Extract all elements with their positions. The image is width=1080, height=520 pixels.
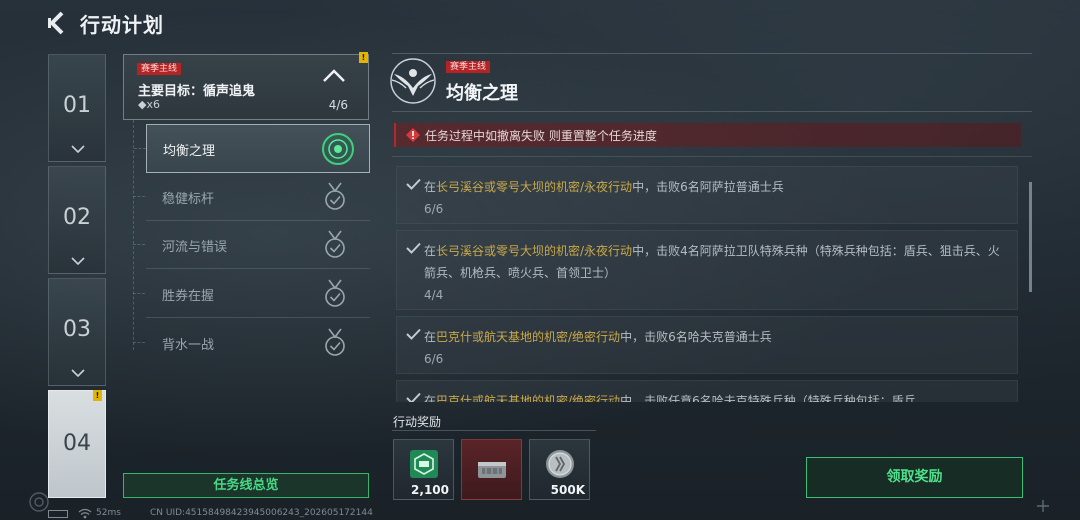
questline-overview-button[interactable]: 任务线总览 [123, 473, 369, 498]
task-name: 河流与错误 [162, 240, 228, 255]
supply-crate-icon [478, 462, 506, 478]
medal-check-icon [325, 328, 345, 356]
task-name: 胜券在握 [162, 289, 215, 304]
chapter-number: 03 [63, 317, 91, 342]
chapter-tab-03[interactable]: 03 [48, 278, 106, 386]
badge-token-icon [410, 450, 438, 478]
check-icon [406, 328, 421, 340]
check-icon [406, 242, 421, 254]
chapter-number: 01 [63, 93, 91, 118]
objective-text: 在长弓溪谷或零号大坝的机密/永夜行动中，击败6名阿萨拉普通士兵 [424, 180, 784, 194]
reward-item-3[interactable]: 500K [529, 439, 590, 500]
chapter-tab-01[interactable]: 01 [48, 54, 106, 162]
reward-amount: 2,100 [411, 483, 449, 497]
evac-fail-warning: 任务过程中如撤离失败 则重置整个任务进度 [394, 123, 1021, 147]
plus-icon [1037, 500, 1049, 512]
objective-item-1: 在长弓溪谷或零号大坝的机密/永夜行动中，击败6名阿萨拉普通士兵 6/6 [396, 166, 1018, 224]
eagle-emblem-icon [390, 58, 436, 104]
alert-flag-icon: ! [359, 52, 368, 63]
objective-item-4: 在巴克什或航天基地的机密/绝密行动中，击败任意6名哈夫克特殊兵种（特殊兵种包括：… [396, 380, 1018, 402]
chapter-tab-02[interactable]: 02 [48, 166, 106, 274]
claim-reward-button[interactable]: 领取奖励 [806, 457, 1023, 498]
objective-item-3: 在巴克什或航天基地的机密/绝密行动中，击败6名哈夫克普通士兵 6/6 [396, 316, 1018, 374]
page-title: 行动计划 [80, 13, 164, 37]
task-item-4[interactable]: 胜券在握 [133, 270, 370, 318]
task-name: 背水一战 [162, 338, 215, 353]
chapter-tab-04[interactable]: ! 04 [48, 390, 106, 498]
task-tree-line [133, 120, 134, 350]
chevron-up-icon[interactable] [322, 69, 346, 83]
rewards-label: 行动奖励 [393, 415, 442, 429]
chevron-down-icon [71, 145, 85, 153]
warning-text: 任务过程中如撤离失败 则重置整个任务进度 [425, 129, 657, 143]
task-detail-title: 均衡之理 [446, 83, 518, 104]
task-name: 稳健标杆 [162, 192, 215, 207]
chevron-down-icon [71, 369, 85, 377]
back-arrow-icon[interactable] [46, 10, 68, 36]
task-name: 均衡之理 [163, 144, 216, 159]
objective-progress: 6/6 [424, 352, 444, 366]
check-icon [406, 178, 421, 190]
user-uid: CN UID:451584984239450062​43_20260517214… [150, 508, 373, 518]
task-item-2[interactable]: 稳健标杆 [133, 173, 370, 221]
rewards-divider [392, 430, 596, 431]
objective-list[interactable]: 在长弓溪谷或零号大坝的机密/永夜行动中，击败6名阿萨拉普通士兵 6/6 在长弓溪… [392, 166, 1032, 402]
active-target-icon [322, 133, 354, 165]
objective-progress: 4/4 [424, 288, 444, 302]
objective-item-2: 在长弓溪谷或零号大坝的机密/永夜行动中，击败4名阿萨拉卫队特殊兵种（特殊兵种包括… [396, 230, 1018, 310]
mission-header-card[interactable]: ! 赛季主线 主要目标：循声追鬼 ◆x6 4/6 [123, 52, 369, 120]
objective-text: 在巴克什或航天基地的机密/绝密行动中，击败6名哈夫克普通士兵 [424, 330, 772, 344]
mission-progress: 4/6 [328, 98, 348, 112]
alert-flag-icon: ! [93, 390, 102, 401]
battery-icon [48, 510, 68, 518]
check-icon [406, 392, 421, 402]
task-item-5[interactable]: 背水一战 [133, 319, 370, 367]
season-main-badge: 赛季主线 [446, 61, 491, 73]
reward-item-2[interactable] [461, 439, 522, 500]
medal-check-icon [325, 279, 345, 307]
reward-amount: 500K [550, 483, 585, 497]
panel-top-divider [392, 53, 1032, 54]
objective-text: 在巴克什或航天基地的机密/绝密行动中，击败任意6名哈夫克特殊兵种（特殊兵种包括：… [424, 394, 928, 402]
detail-divider [392, 111, 1032, 112]
chapter-number: 02 [63, 205, 91, 230]
mission-stage-count: ◆x6 [138, 98, 160, 111]
warning-icon [406, 128, 420, 142]
medal-check-icon [325, 182, 345, 210]
task-item-3[interactable]: 河流与错误 [133, 221, 370, 269]
chevron-down-icon [71, 257, 85, 265]
task-item-1[interactable]: 均衡之理 [134, 124, 370, 173]
wifi-icon [78, 508, 92, 519]
season-main-badge: 赛季主线 [137, 63, 182, 75]
ping-value: 52ms [96, 508, 121, 518]
medal-check-icon [325, 230, 345, 258]
objective-progress: 6/6 [424, 202, 444, 216]
mission-name: 主要目标：循声追鬼 [138, 84, 256, 99]
chapter-number: 04 [63, 431, 91, 456]
decorative-ring-icon [29, 492, 49, 512]
silver-coin-icon [546, 450, 574, 478]
objective-text: 在长弓溪谷或零号大坝的机密/永夜行动中，击败4名阿萨拉卫队特殊兵种（特殊兵种包括… [424, 244, 1000, 280]
reward-item-1[interactable]: 2,100 [393, 439, 454, 500]
objectives-divider [392, 156, 1032, 157]
objective-scrollbar[interactable] [1029, 182, 1032, 292]
